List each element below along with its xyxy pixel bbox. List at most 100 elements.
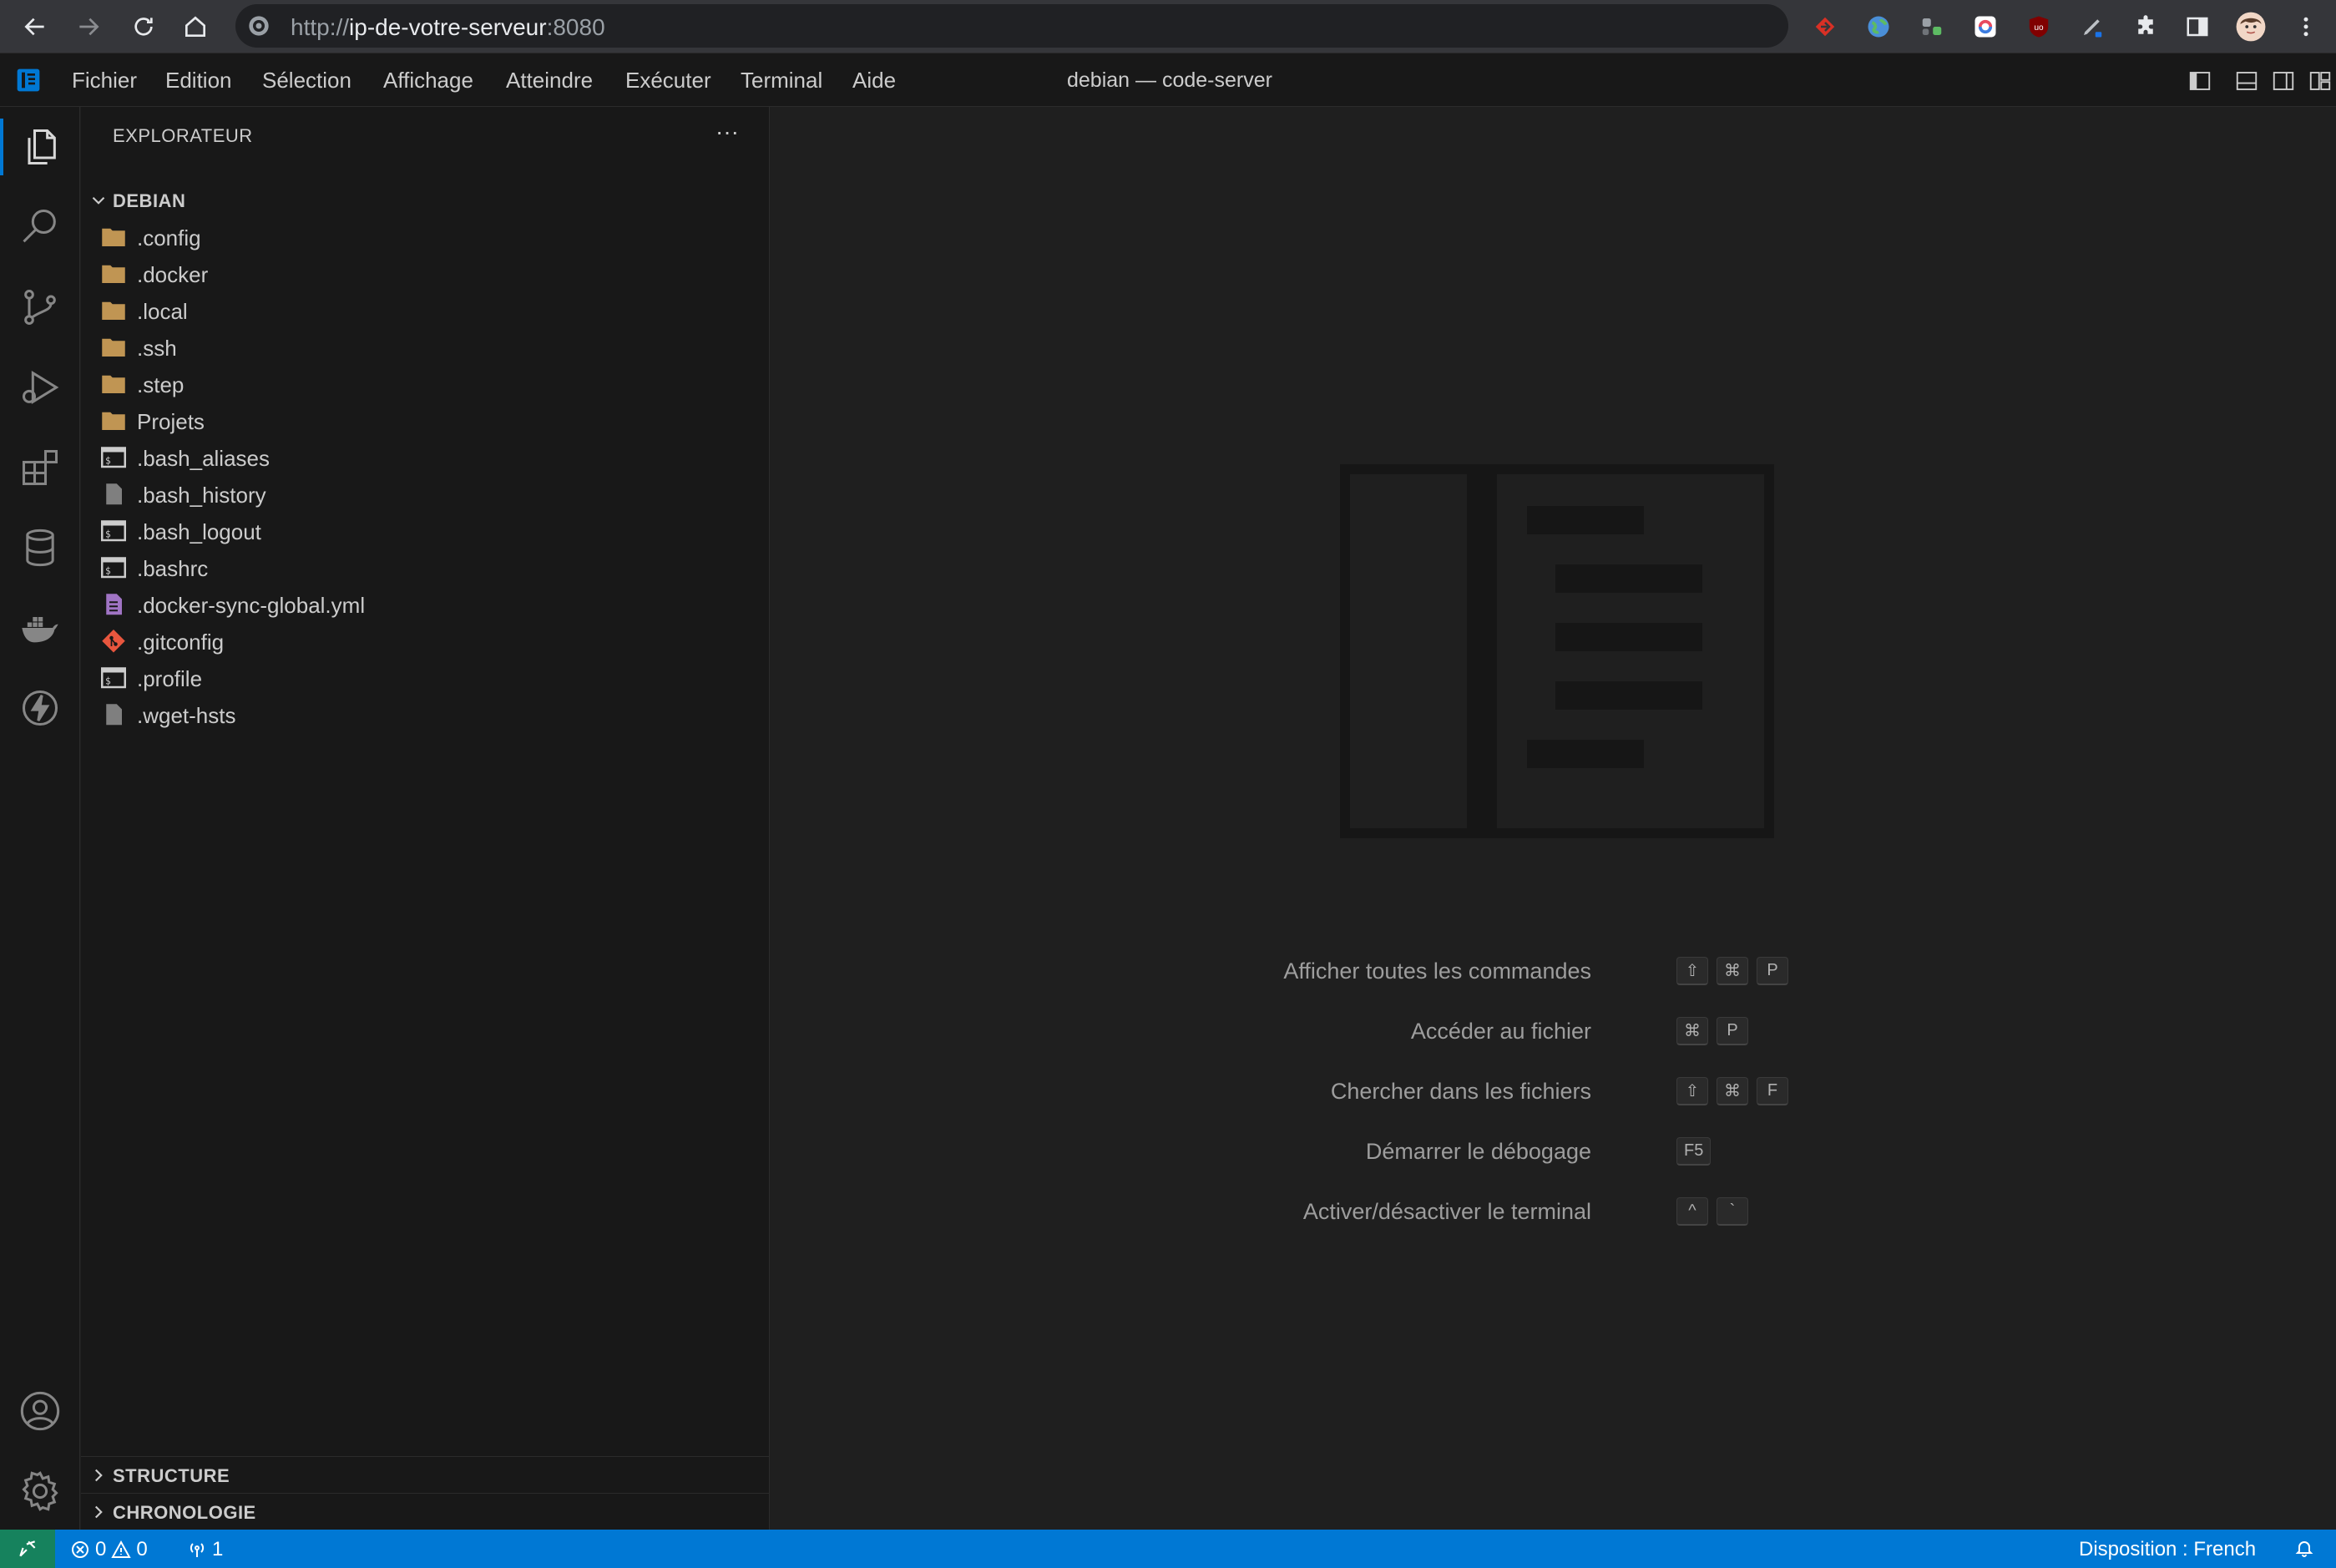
browser-menu-icon[interactable]: [2289, 10, 2323, 43]
extension-pen-icon[interactable]: [2076, 10, 2109, 43]
tree-folder-item[interactable]: .ssh: [81, 329, 770, 366]
tree-file-item[interactable]: .wget-hsts: [81, 696, 770, 733]
keycap: P: [1757, 957, 1788, 985]
extension-tools-icon[interactable]: [1915, 10, 1949, 43]
explorer-title: EXPLORATEUR: [113, 125, 253, 146]
menu-affichage[interactable]: Affichage: [383, 68, 473, 94]
docker-icon[interactable]: [17, 604, 63, 651]
toggle-panel-icon[interactable]: [2234, 68, 2259, 94]
source-control-icon[interactable]: [17, 284, 63, 331]
shortcut-row: Accéder au fichier ⌘ P: [771, 1014, 2336, 1050]
search-icon[interactable]: [17, 204, 63, 250]
explorer-icon[interactable]: [17, 124, 63, 170]
remote-icon: [19, 1540, 36, 1557]
menu-terminal[interactable]: Terminal: [741, 68, 822, 94]
tree-file-item[interactable]: .bash_history: [81, 476, 770, 513]
lightning-icon[interactable]: [17, 685, 63, 731]
tree-file-item[interactable]: .gitconfig: [81, 623, 770, 660]
side-panel-icon[interactable]: [2181, 10, 2214, 43]
tree-file-item[interactable]: $_ .bash_aliases: [81, 439, 770, 476]
code-server-logo-icon[interactable]: [15, 67, 42, 94]
keycap: `: [1717, 1197, 1748, 1226]
root-folder-header[interactable]: DEBIAN: [81, 182, 770, 219]
root-folder-label: DEBIAN: [113, 190, 186, 211]
yaml-icon: [101, 593, 126, 616]
file-icon: [101, 703, 126, 726]
extension-colorful-icon[interactable]: [1969, 10, 2002, 43]
svg-text:$_: $_: [105, 565, 117, 576]
reload-icon[interactable]: [125, 8, 162, 45]
tree-folder-item[interactable]: .step: [81, 366, 770, 402]
shell-icon: $_: [101, 556, 126, 579]
account-icon[interactable]: [17, 1388, 63, 1434]
shortcut-keys: ⇧ ⌘ P: [1676, 957, 1788, 985]
shortcut-row: Activer/désactiver le terminal ^ `: [771, 1194, 2336, 1231]
tree-folder-item[interactable]: .config: [81, 219, 770, 255]
tree-file-item[interactable]: $_ .bashrc: [81, 549, 770, 586]
extensions-icon[interactable]: [17, 444, 63, 491]
keycap: P: [1717, 1017, 1748, 1045]
tree-file-item[interactable]: $_ .bash_logout: [81, 513, 770, 549]
problems-indicator[interactable]: 0 0: [70, 1538, 148, 1561]
customize-layout-icon[interactable]: [2308, 68, 2333, 94]
site-info-icon[interactable]: [247, 14, 271, 38]
menu-edition[interactable]: Edition: [165, 68, 232, 94]
folder-icon: [101, 372, 126, 396]
remote-indicator[interactable]: [0, 1530, 55, 1568]
shortcut-label: Accéder au fichier: [1410, 1019, 1591, 1044]
extensions-puzzle-icon[interactable]: [2129, 10, 2162, 43]
svg-text:$_: $_: [105, 675, 117, 686]
url-text: http://ip-de-votre-serveur:8080: [291, 14, 605, 40]
tree-folder-item[interactable]: .docker: [81, 255, 770, 292]
menu-atteindre[interactable]: Atteindre: [506, 68, 593, 94]
tree-item-label: .config: [137, 225, 201, 250]
shortcut-keys: ⌘ P: [1676, 1017, 1748, 1045]
notifications-bell-icon[interactable]: [2294, 1538, 2314, 1558]
toggle-secondary-sidebar-icon[interactable]: [2271, 68, 2296, 94]
toggle-primary-sidebar-icon[interactable]: [2187, 68, 2212, 94]
tree-item-label: .ssh: [137, 336, 177, 361]
folder-icon: [101, 225, 126, 249]
settings-gear-icon[interactable]: [17, 1468, 63, 1515]
file-icon: [101, 483, 126, 506]
tree-folder-item[interactable]: .local: [81, 292, 770, 329]
back-icon[interactable]: [17, 8, 53, 45]
address-bar[interactable]: http://ip-de-votre-serveur:8080: [235, 4, 1788, 48]
shortcut-keys: ^ `: [1676, 1197, 1748, 1226]
editor-area[interactable]: Afficher toutes les commandes ⇧ ⌘ P Accéder …: [771, 107, 2336, 1530]
extension-globe-icon[interactable]: [1862, 10, 1895, 43]
section-chronologie[interactable]: CHRONOLOGIE: [81, 1494, 770, 1530]
svg-text:uo: uo: [2034, 23, 2044, 33]
keyboard-layout-indicator[interactable]: Disposition : French: [2079, 1538, 2256, 1561]
shortcut-label: Afficher toutes les commandes: [1283, 959, 1591, 984]
profile-avatar[interactable]: [2234, 10, 2268, 43]
tree-file-item[interactable]: .docker-sync-global.yml: [81, 586, 770, 623]
extension-red-arrow-icon[interactable]: [1808, 10, 1842, 43]
git-icon: [101, 630, 126, 653]
database-icon[interactable]: [17, 524, 63, 571]
tree-item-label: .docker-sync-global.yml: [137, 593, 366, 618]
tree-item-label: .docker: [137, 262, 209, 287]
home-icon[interactable]: [177, 8, 214, 45]
tree-item-label: .gitconfig: [137, 630, 225, 655]
tree-item-label: Projets: [137, 409, 205, 434]
ports-indicator[interactable]: 1: [187, 1538, 223, 1561]
tree-file-item[interactable]: $_ .profile: [81, 660, 770, 696]
chevron-right-icon: [94, 1505, 103, 1519]
menu-executer[interactable]: Exécuter: [625, 68, 711, 94]
section-structure[interactable]: STRUCTURE: [81, 1457, 770, 1494]
tree-item-label: .bash_aliases: [137, 446, 270, 471]
forward-icon[interactable]: [70, 8, 107, 45]
tree-item-label: .bash_logout: [137, 519, 261, 544]
menu-selection[interactable]: Sélection: [262, 68, 351, 94]
shortcut-label: Activer/désactiver le terminal: [1302, 1199, 1591, 1224]
more-actions-icon[interactable]: ···: [715, 119, 739, 145]
menu-fichier[interactable]: Fichier: [72, 68, 137, 94]
menu-aide[interactable]: Aide: [852, 68, 896, 94]
ublock-icon[interactable]: uo: [2022, 10, 2055, 43]
explorer-sidebar: EXPLORATEUR ··· DEBIAN .config .docker .lo…: [81, 107, 770, 1530]
tree-folder-item[interactable]: Projets: [81, 402, 770, 439]
title-bar: Fichier Edition Sélection Affichage Atte…: [0, 53, 2336, 107]
run-debug-icon[interactable]: [17, 364, 63, 411]
keycap: ⌘: [1676, 1017, 1708, 1045]
